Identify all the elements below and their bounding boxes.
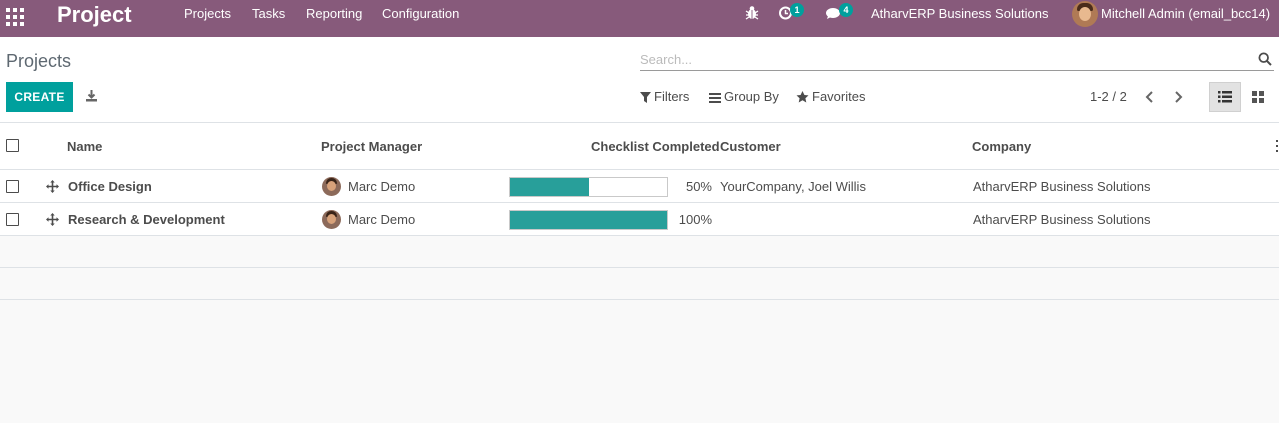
table-row[interactable]: Research & Development Marc Demo 100% At… (0, 203, 1279, 236)
empty-row (0, 236, 1279, 268)
app-name[interactable]: Project (57, 2, 132, 28)
table-header: Name Project Manager Checklist Completed… (0, 123, 1279, 170)
pager-previous-icon[interactable] (1144, 90, 1158, 104)
group-by-button[interactable]: Group By (709, 87, 779, 107)
table-row[interactable]: Office Design Marc Demo 50% YourCompany,… (0, 170, 1279, 203)
pager-next-icon[interactable] (1172, 90, 1186, 104)
create-button[interactable]: CREATE (6, 82, 73, 112)
menu-configuration[interactable]: Configuration (382, 0, 459, 28)
company: AtharvERP Business Solutions (973, 179, 1151, 194)
search-input[interactable] (640, 49, 1240, 69)
favorites-label: Favorites (812, 89, 866, 104)
activity-badge: 1 (790, 3, 804, 17)
menu-projects[interactable]: Projects (184, 0, 231, 28)
checklist-percent: 50% (685, 179, 712, 194)
pager-value[interactable]: 1-2 / 2 (1090, 87, 1127, 107)
progress-fill (510, 211, 667, 229)
drag-handle-icon[interactable] (46, 180, 59, 193)
group-by-label: Group By (724, 89, 779, 104)
search-bar (640, 49, 1274, 71)
row-checkbox[interactable] (6, 213, 19, 226)
manager-avatar (322, 210, 341, 229)
checklist-progress-bar (509, 177, 668, 197)
project-manager: Marc Demo (348, 179, 416, 194)
list-view-icon (1218, 91, 1232, 103)
download-icon[interactable] (85, 89, 99, 103)
column-project-manager[interactable]: Project Manager (321, 139, 422, 154)
top-navbar: Project Projects Tasks Reporting Configu… (0, 0, 1279, 37)
project-name: Research & Development (68, 212, 225, 227)
select-all-checkbox[interactable] (6, 139, 19, 152)
company: AtharvERP Business Solutions (973, 212, 1151, 227)
user-name: Mitchell Admin (email_bcc14) (1101, 6, 1271, 21)
favorites-star-icon (796, 91, 809, 103)
manager-avatar (322, 177, 341, 196)
favorites-button[interactable]: Favorites (796, 87, 865, 107)
menu-reporting[interactable]: Reporting (306, 0, 362, 28)
column-name[interactable]: Name (67, 139, 102, 154)
list-view-button[interactable] (1209, 82, 1241, 112)
checklist-percent: 100% (678, 212, 712, 227)
optional-columns-icon[interactable] (1275, 140, 1279, 152)
column-customer[interactable]: Customer (720, 139, 781, 154)
company-switcher[interactable]: AtharvERP Business Solutions (871, 0, 1049, 28)
messages-badge: 4 (839, 3, 853, 17)
filters-button[interactable]: Filters (640, 87, 689, 107)
search-icon[interactable] (1258, 52, 1272, 66)
column-checklist-completed[interactable]: Checklist Completed (591, 139, 720, 154)
drag-handle-icon[interactable] (46, 213, 59, 226)
row-checkbox[interactable] (6, 180, 19, 193)
progress-fill (510, 178, 589, 196)
filter-funnel-icon (640, 92, 651, 103)
kanban-view-button[interactable] (1242, 82, 1274, 112)
checklist-progress-bar (509, 210, 668, 230)
group-by-bars-icon (709, 93, 721, 103)
filters-label: Filters (654, 89, 690, 104)
menu-tasks[interactable]: Tasks (252, 0, 285, 28)
breadcrumb: Projects (6, 51, 72, 71)
project-manager: Marc Demo (348, 212, 416, 227)
project-name: Office Design (68, 179, 152, 194)
user-avatar (1072, 1, 1098, 27)
customer: YourCompany, Joel Willis (720, 179, 866, 194)
kanban-view-icon (1252, 91, 1264, 103)
empty-row (0, 268, 1279, 300)
column-company[interactable]: Company (972, 139, 1031, 154)
control-panel: Projects CREATE Filters Group By Favorit… (0, 37, 1279, 123)
apps-menu-icon[interactable] (6, 8, 24, 26)
debug-bug-icon[interactable] (745, 5, 759, 23)
